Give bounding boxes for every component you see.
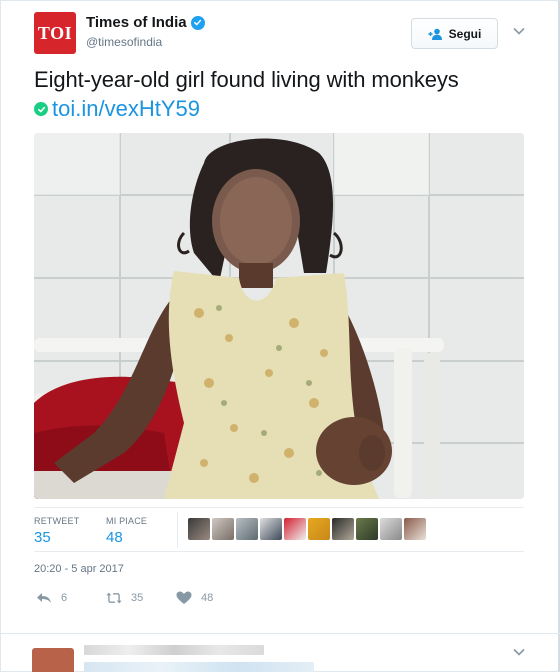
heart-icon bbox=[176, 591, 192, 604]
tweet-link[interactable]: toi.in/vexHtY59 bbox=[34, 96, 200, 122]
liker-avatar[interactable] bbox=[308, 518, 330, 540]
likes-stat-label: MI PIACE bbox=[106, 516, 148, 526]
follow-label: Segui bbox=[448, 26, 482, 41]
reply-count: 6 bbox=[61, 592, 68, 604]
next-tweet-obscured-name bbox=[84, 645, 264, 655]
retweet-stat-count[interactable]: 35 bbox=[34, 529, 79, 546]
liker-avatar[interactable] bbox=[332, 518, 354, 540]
tweet-photo[interactable] bbox=[34, 133, 524, 499]
tweet-text: Eight-year-old girl found living with mo… bbox=[34, 67, 459, 92]
liker-avatar[interactable] bbox=[188, 518, 210, 540]
retweet-action-count: 35 bbox=[131, 592, 144, 604]
stats-vertical-divider bbox=[177, 512, 178, 548]
avatar-logo-text: TOI bbox=[37, 22, 73, 43]
likes-stat-count[interactable]: 48 bbox=[106, 529, 147, 546]
liker-avatar[interactable] bbox=[380, 518, 402, 540]
verified-badge-icon bbox=[190, 15, 205, 30]
like-action-count: 48 bbox=[201, 592, 214, 604]
stats-divider-top bbox=[34, 507, 524, 508]
liker-avatar[interactable] bbox=[404, 518, 426, 540]
stats-divider-bottom bbox=[34, 551, 524, 552]
follow-button[interactable]: Segui bbox=[411, 18, 498, 49]
like-action[interactable]: 48 bbox=[176, 591, 213, 605]
retweet-action[interactable]: 35 bbox=[106, 591, 143, 605]
liker-avatar[interactable] bbox=[284, 518, 306, 540]
link-icon bbox=[34, 102, 48, 116]
retweet-stat[interactable]: RETWEET 35 bbox=[34, 516, 79, 546]
link-text[interactable]: toi.in/vexHtY59 bbox=[52, 96, 200, 122]
likes-stat[interactable]: MI PIACE 48 bbox=[106, 516, 147, 546]
retweet-icon bbox=[106, 592, 122, 604]
author-avatar[interactable]: TOI bbox=[34, 12, 76, 54]
tweet-timestamp[interactable]: 20:20 - 5 apr 2017 bbox=[34, 563, 124, 575]
retweet-stat-label: RETWEET bbox=[34, 516, 80, 526]
liker-avatars bbox=[188, 518, 426, 540]
reply-icon bbox=[37, 593, 51, 603]
chevron-down-icon[interactable] bbox=[512, 645, 526, 659]
reply-action[interactable]: 6 bbox=[36, 591, 67, 605]
tweet-separator bbox=[0, 633, 560, 634]
liker-avatar[interactable] bbox=[212, 518, 234, 540]
follow-user-icon bbox=[428, 28, 442, 40]
next-tweet-avatar[interactable] bbox=[32, 648, 74, 672]
chevron-down-icon[interactable] bbox=[512, 24, 526, 38]
liker-avatar[interactable] bbox=[236, 518, 258, 540]
author-name[interactable]: Times of India bbox=[86, 14, 187, 31]
liker-avatar[interactable] bbox=[356, 518, 378, 540]
next-tweet-obscured-text bbox=[84, 662, 314, 672]
author-handle[interactable]: @timesofindia bbox=[86, 35, 162, 49]
liker-avatar[interactable] bbox=[260, 518, 282, 540]
author-name-row[interactable]: Times of India bbox=[86, 14, 205, 31]
